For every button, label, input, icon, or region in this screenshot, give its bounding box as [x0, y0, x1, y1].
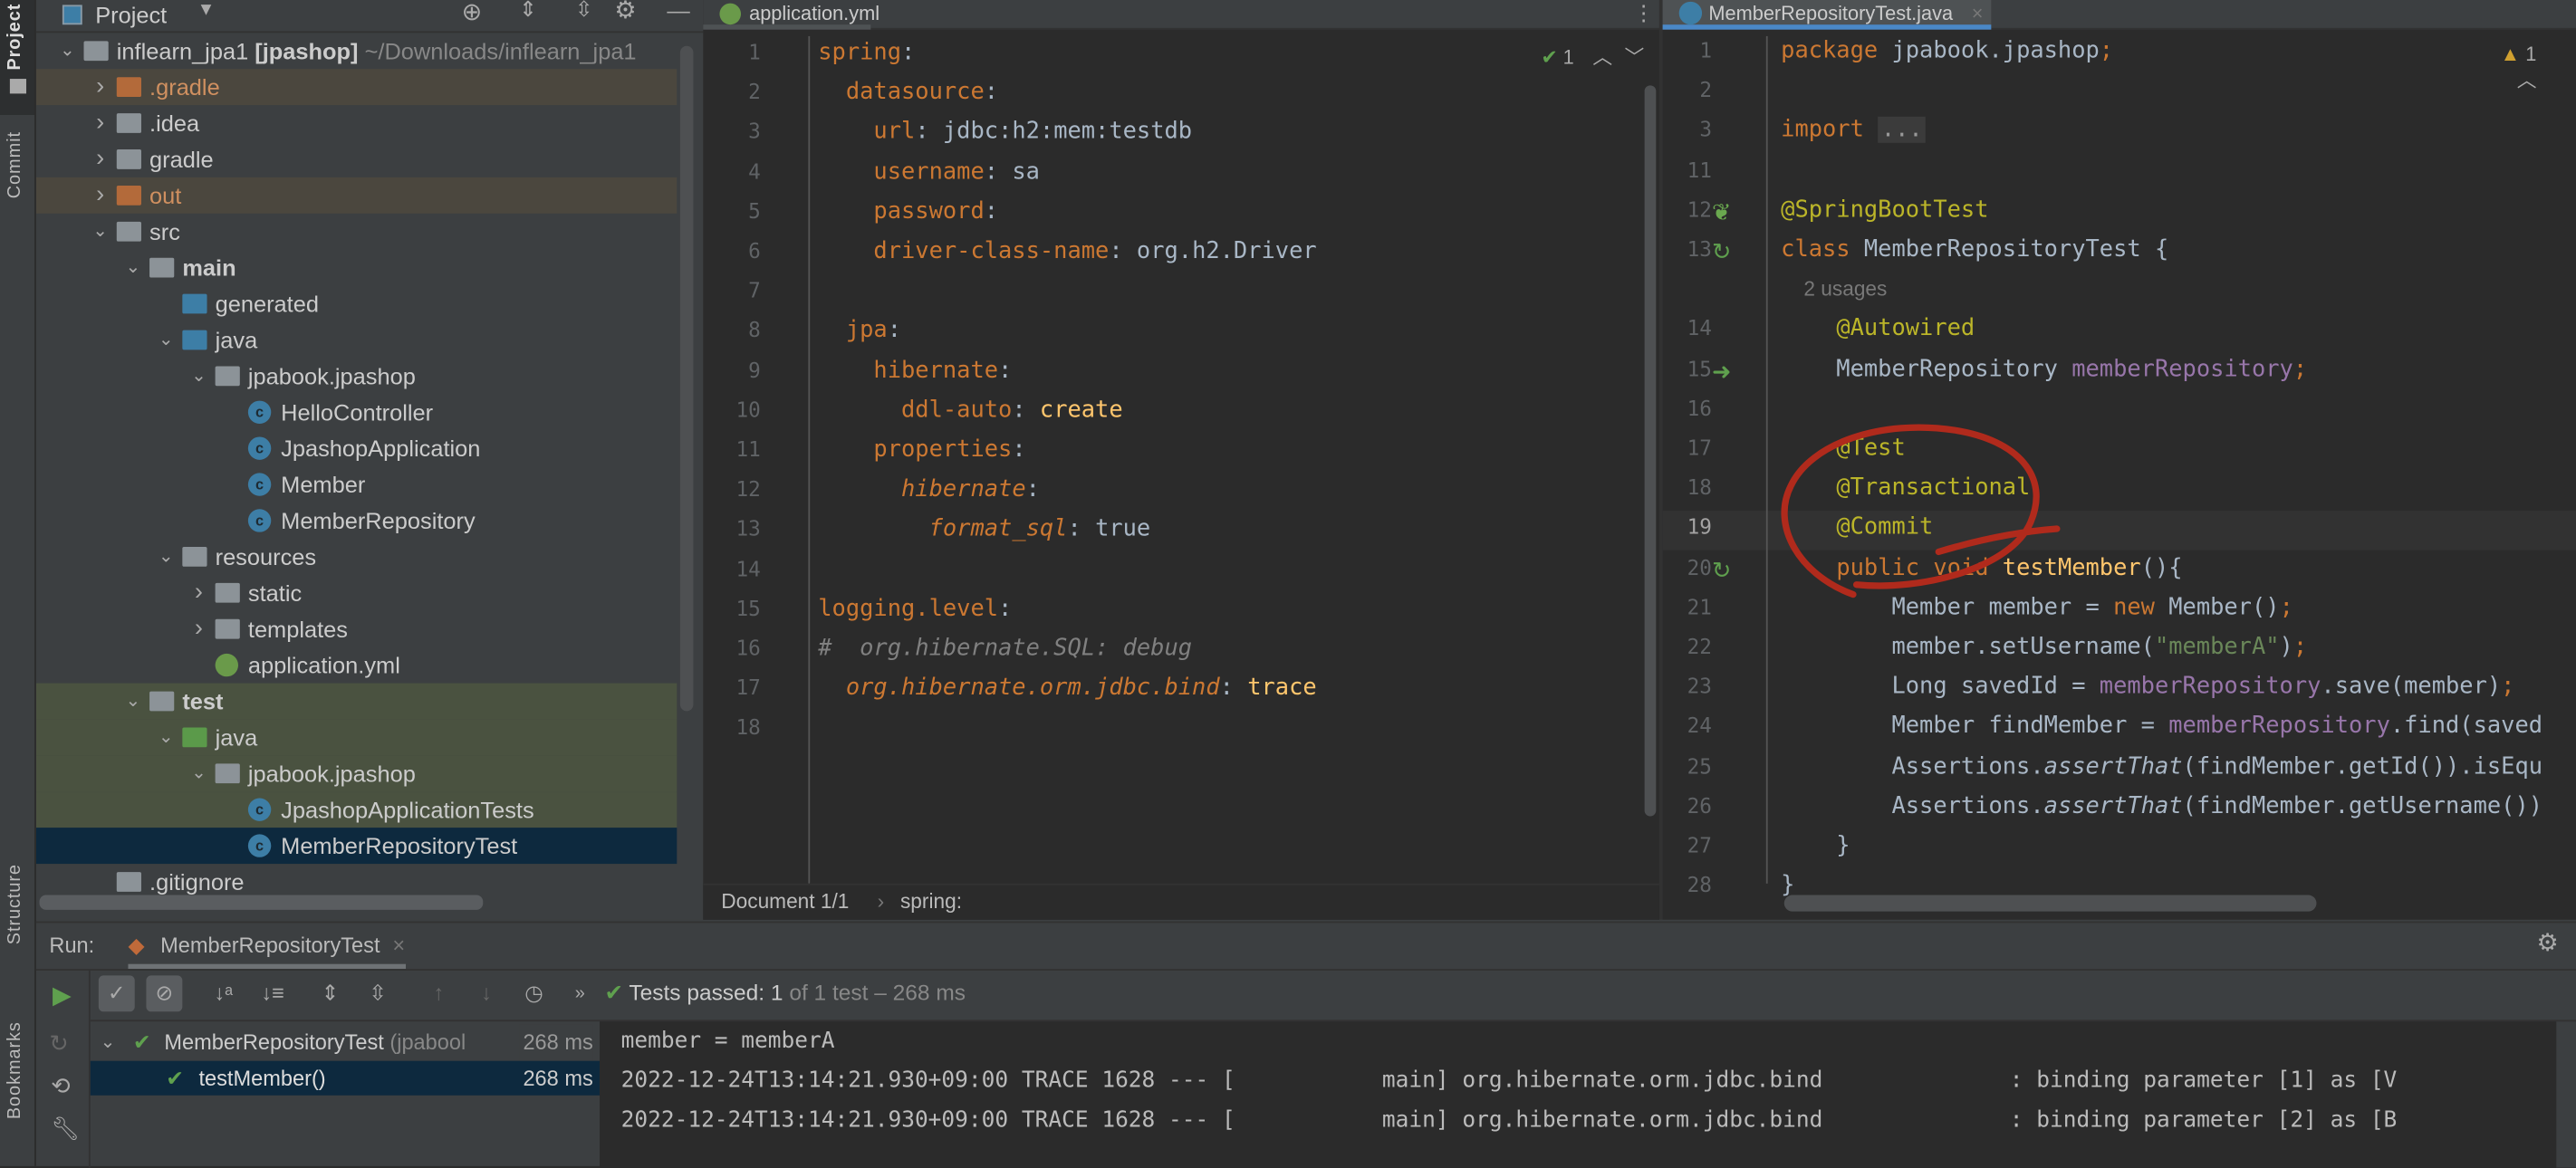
rerun-failed-icon[interactable]: ↻	[49, 1029, 68, 1058]
gear-icon[interactable]: ⚙	[2537, 928, 2559, 958]
sort-duration-icon: ↓≡	[261, 980, 284, 1006]
status-count: 1	[770, 980, 783, 1006]
sort-alpha-button[interactable]: ↓ᵃ	[206, 975, 242, 1011]
test-status: ✔ Tests passed: 1 of 1 test – 268 ms	[604, 981, 965, 1007]
previous-failed-button[interactable]: ↑	[420, 975, 457, 1011]
test-tree: ⌄ ✔ MemberRepositoryTest (jpabool 268 ms…	[90, 1021, 601, 1167]
console-line: 2022-12-24T13:14:21.930+09:00 TRACE 1628…	[620, 1067, 2398, 1094]
run-tab-label: MemberRepositoryTest	[160, 933, 380, 958]
console-output[interactable]: member = memberA 2022-12-24T13:14:21.930…	[600, 1021, 2576, 1168]
divider	[35, 969, 2576, 971]
close-icon[interactable]: ×	[392, 933, 405, 957]
expand-all-button[interactable]: ⇕	[312, 975, 349, 1011]
check-icon: ✔	[132, 1029, 151, 1055]
test-duration: 268 ms	[523, 1066, 593, 1091]
rerun-icon[interactable]: ▶	[53, 981, 72, 1010]
sort-duration-button[interactable]: ↓≡	[255, 975, 291, 1011]
arrow-up-icon: ↑	[433, 980, 445, 1006]
console-line: 2022-12-24T13:14:21.930+09:00 TRACE 1628…	[620, 1106, 2398, 1134]
status-suffix: of 1 test – 268 ms	[783, 980, 966, 1006]
ignored-icon: ⊘	[155, 980, 174, 1006]
more-button[interactable]: »	[562, 975, 598, 1011]
console-line: member = memberA	[620, 1028, 835, 1055]
sort-alpha-icon: ↓ᵃ	[214, 980, 233, 1006]
chevron-down-icon[interactable]: ⌄	[101, 1025, 116, 1061]
console-scrollbar[interactable]	[2556, 1021, 2576, 1168]
test-duration: 268 ms	[519, 1024, 593, 1061]
check-icon: ✓	[107, 980, 126, 1006]
wrench-icon[interactable]: 🔧︎	[51, 1115, 80, 1144]
test-run-icon: ◆	[128, 933, 145, 958]
chevron-double-right-icon: »	[574, 983, 585, 1004]
freehand-circle-stroke	[1781, 424, 2061, 598]
test-case-name: testMember()	[198, 1066, 326, 1091]
test-suite-row[interactable]: ⌄ ✔ MemberRepositoryTest (jpabool 268 ms	[91, 1024, 600, 1061]
run-panel: Run: ◆ MemberRepositoryTest × ⚙ ▶ ↻ ⟲ 🔧︎…	[35, 921, 2576, 1168]
arrow-down-icon: ↓	[480, 980, 492, 1006]
run-label: Run:	[49, 933, 95, 958]
show-passed-toggle[interactable]: ✓	[98, 975, 135, 1012]
test-suite-name: MemberRepositoryTest (jpabool	[164, 1029, 466, 1055]
show-ignored-toggle[interactable]: ⊘	[146, 975, 183, 1012]
toggle-auto-test-icon[interactable]: ⟲	[51, 1072, 70, 1100]
status-prefix: Tests passed:	[629, 980, 771, 1006]
collapse-all-button[interactable]: ⇳	[360, 975, 396, 1011]
test-case-row[interactable]: ✔ testMember() 268 ms	[90, 1060, 601, 1096]
check-icon: ✔	[166, 1066, 184, 1091]
next-failed-button[interactable]: ↓	[468, 975, 505, 1011]
clock-icon: ◷	[524, 980, 543, 1006]
collapse-all-icon: ⇳	[369, 980, 388, 1006]
run-side-toolbar: ▶ ↻ ⟲ 🔧︎	[36, 970, 91, 1168]
check-icon: ✔	[604, 980, 623, 1006]
history-button[interactable]: ◷	[516, 975, 553, 1011]
run-tab[interactable]: ◆ MemberRepositoryTest ×	[128, 923, 406, 970]
expand-all-icon: ⇕	[321, 980, 340, 1006]
